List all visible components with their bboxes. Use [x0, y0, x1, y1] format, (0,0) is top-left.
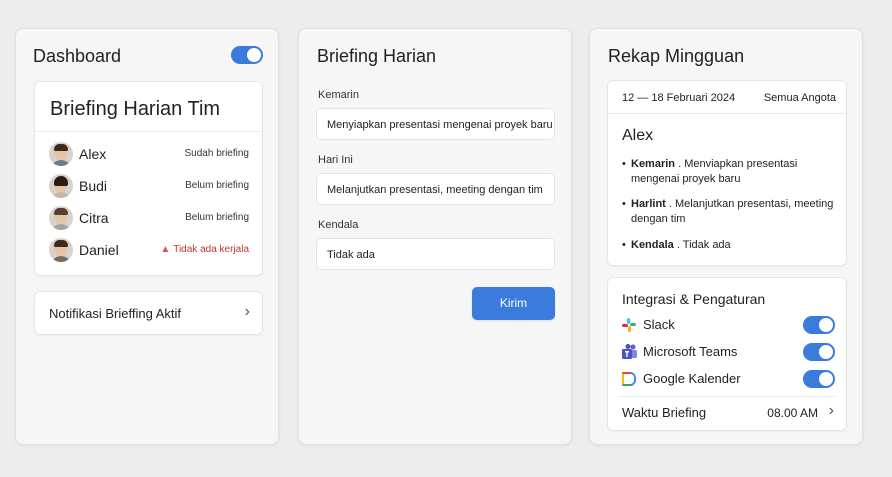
- recap-card: 12 — 18 Februari 2024 Semua Angota Alex …: [607, 80, 847, 266]
- slack-toggle[interactable]: [803, 316, 835, 334]
- microsoft-teams-icon: [622, 344, 637, 359]
- team-card-title: Briefing Harian Tim: [50, 98, 221, 120]
- dashboard-toggle[interactable]: [231, 46, 263, 64]
- member-name: Citra: [79, 210, 109, 226]
- google-calendar-icon: [622, 372, 636, 386]
- microsoft-teams-toggle[interactable]: [803, 343, 835, 361]
- member-status: Sudah briefing: [184, 148, 250, 159]
- field-label-yesterday: Kemarin: [318, 89, 359, 101]
- integration-name: Microsoft Teams: [643, 344, 738, 359]
- dashboard-panel: Dashboard Briefing Harian Tim Alex Sudah…: [15, 28, 279, 445]
- weekly-recap-panel: Rekap Mingguan 12 — 18 Februari 2024 Sem…: [589, 28, 863, 445]
- notification-label: Notifikasi Brieffing Aktif: [49, 306, 181, 321]
- member-row[interactable]: Budi Belum briefing: [49, 174, 249, 200]
- member-row[interactable]: Daniel ▲ Tidak ada kerjala: [49, 238, 249, 264]
- avatar: [49, 238, 73, 262]
- integration-name: Slack: [643, 317, 675, 332]
- warning-icon: ▲: [160, 244, 171, 255]
- notification-settings-item[interactable]: Notifikasi Brieffing Aktif ›: [34, 291, 263, 335]
- integration-row-teams: Microsoft Teams: [622, 342, 835, 362]
- avatar: [49, 142, 73, 166]
- integration-row-google-calendar: Google Kalender: [622, 369, 835, 389]
- recap-person-name: Alex: [622, 127, 654, 144]
- google-calendar-toggle[interactable]: [803, 370, 835, 388]
- member-status: Belum briefing: [185, 212, 249, 223]
- recap-item-key: Kemarin: [631, 158, 676, 170]
- dashboard-title: Dashboard: [33, 46, 122, 66]
- chevron-right-icon[interactable]: ›: [829, 402, 834, 420]
- recap-item-key: Kendala: [631, 239, 674, 251]
- chevron-right-icon: ›: [244, 303, 250, 320]
- recap-item-text: . Tidak ada: [676, 239, 731, 251]
- avatar: [49, 206, 73, 230]
- member-row[interactable]: Citra Belum briefing: [49, 206, 249, 232]
- blockers-input[interactable]: Tidak ada: [316, 238, 555, 270]
- member-status: Belum briefing: [185, 180, 249, 191]
- integration-name: Google Kalender: [643, 371, 741, 386]
- yesterday-input[interactable]: Menyiapkan presentasi mengenai proyek ba…: [316, 108, 555, 140]
- today-input[interactable]: Melanjutkan presentasi, meeting dengan t…: [316, 173, 555, 205]
- member-row[interactable]: Alex Sudah briefing: [49, 142, 249, 168]
- briefing-time-label: Waktu Briefing: [622, 405, 707, 420]
- member-name: Daniel: [79, 242, 119, 258]
- slack-icon: [622, 318, 636, 332]
- recap-item: Harlint . Melanjutkan presentasi, meetin…: [622, 197, 837, 227]
- integration-row-slack: Slack: [622, 315, 835, 335]
- member-status-text: Tidak ada kerjala: [173, 244, 249, 255]
- briefing-form-panel: Briefing Harian Kemarin Menyiapkan prese…: [298, 28, 572, 445]
- submit-button[interactable]: Kirim: [472, 287, 555, 320]
- avatar: [49, 174, 73, 198]
- field-label-today: Hari Ini: [318, 154, 353, 166]
- briefing-title: Briefing Harian: [317, 46, 437, 66]
- team-briefing-card: Briefing Harian Tim Alex Sudah briefing …: [34, 81, 263, 276]
- divider: [35, 131, 262, 132]
- member-name: Budi: [79, 178, 108, 194]
- integrations-title: Integrasi & Pengaturan: [622, 291, 766, 307]
- member-status-warning: ▲ Tidak ada kerjala: [160, 244, 249, 255]
- recap-item-key: Harlint: [631, 198, 666, 210]
- integrations-card: Integrasi & Pengaturan Slack Microsoft T…: [607, 277, 847, 431]
- recap-item: Kendala . Tidak ada: [622, 238, 837, 253]
- recap-title: Rekap Mingguan: [608, 46, 745, 66]
- field-label-blockers: Kendala: [318, 219, 359, 231]
- divider: [608, 113, 846, 114]
- briefing-time-value[interactable]: 08.00 AM: [767, 406, 818, 420]
- recap-item: Kemarin . Menviapkan presentasi mengenai…: [622, 157, 837, 187]
- member-name: Alex: [79, 146, 107, 162]
- divider: [618, 396, 836, 397]
- member-filter[interactable]: Semua Angota: [764, 92, 836, 104]
- date-range[interactable]: 12 — 18 Februari 2024: [622, 92, 735, 104]
